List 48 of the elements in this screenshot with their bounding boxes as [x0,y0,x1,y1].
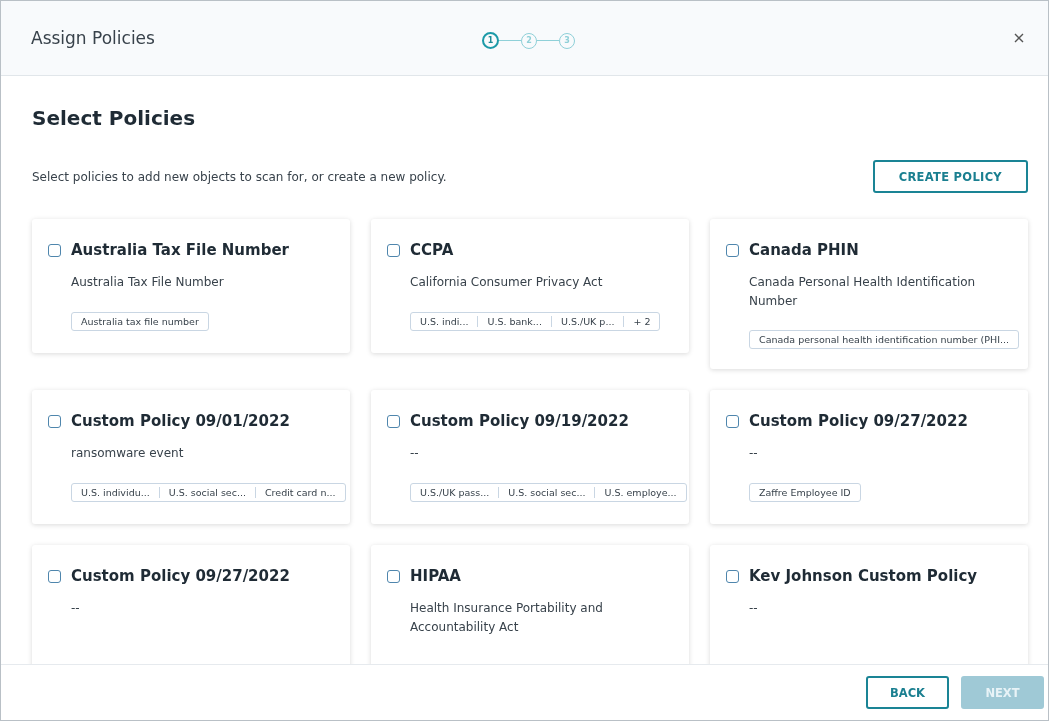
checkbox[interactable] [726,243,739,257]
checkbox[interactable] [387,569,400,583]
policy-name: HIPAA [410,567,461,586]
policy-description: Health Insurance Portability and Accountability Act [410,600,604,636]
policy-name: Custom Policy 09/01/2022 [71,412,290,431]
page-description: Select policies to add new objects to scan for, or create a new policy. [32,169,447,184]
page-heading: Select Policies [32,106,197,130]
policy-name: Custom Policy 09/27/2022 [749,412,968,431]
create-policy-button[interactable]: CREATE POLICY [872,160,1028,193]
policy-name: Canada PHIN [749,241,859,259]
tag: Canada personal health identification number (PHI... [750,334,1018,346]
policy-description: ransomware event [71,445,185,463]
tag: U.S. employe... [594,486,686,498]
policy-description: Australia Tax File Number [71,274,225,291]
tag: Australia tax file number [72,315,208,327]
checkbox[interactable] [387,414,400,428]
policy-description: California Consumer Privacy Act [410,274,604,291]
tag: + 2 [623,315,660,327]
tag: U.S. social sec... [158,486,255,498]
back-button[interactable]: BACK [866,676,949,709]
policy-description: -- [749,600,759,618]
step-indicator: 1 [482,32,499,49]
tag: U.S. indi... [411,315,478,327]
tag: U.S./UK pass... [411,486,499,498]
close-icon [1012,31,1026,45]
tag: U.S. bank... [477,315,551,327]
checkbox[interactable] [387,243,400,257]
window-title: Assign Policies [31,28,155,48]
tag: U.S. social sec... [498,486,595,498]
policy-name: Kev Johnson Custom Policy [749,567,978,586]
policy-name: Australia Tax File Number [71,241,289,259]
tag: U.S./UK p... [550,315,624,327]
checkbox[interactable] [48,569,61,583]
tag: Zaffre Employee ID [750,486,860,498]
checkbox[interactable] [726,569,739,583]
policy-name: Custom Policy 09/19/2022 [410,412,629,431]
policy-description: -- [749,445,759,463]
policy-name: CCPA [410,241,454,259]
policy-description: -- [410,445,420,463]
policy-name: Custom Policy 09/27/2022 [71,567,290,586]
tag: Credit card n... [255,486,345,498]
policy-description: Canada Personal Health Identification Number [749,274,977,310]
close-button[interactable] [1012,31,1026,45]
checkbox[interactable] [726,414,739,428]
checkbox[interactable] [48,243,61,257]
checkbox[interactable] [48,414,61,428]
tag: U.S. individu... [72,486,159,498]
policy-description: -- [71,600,81,618]
